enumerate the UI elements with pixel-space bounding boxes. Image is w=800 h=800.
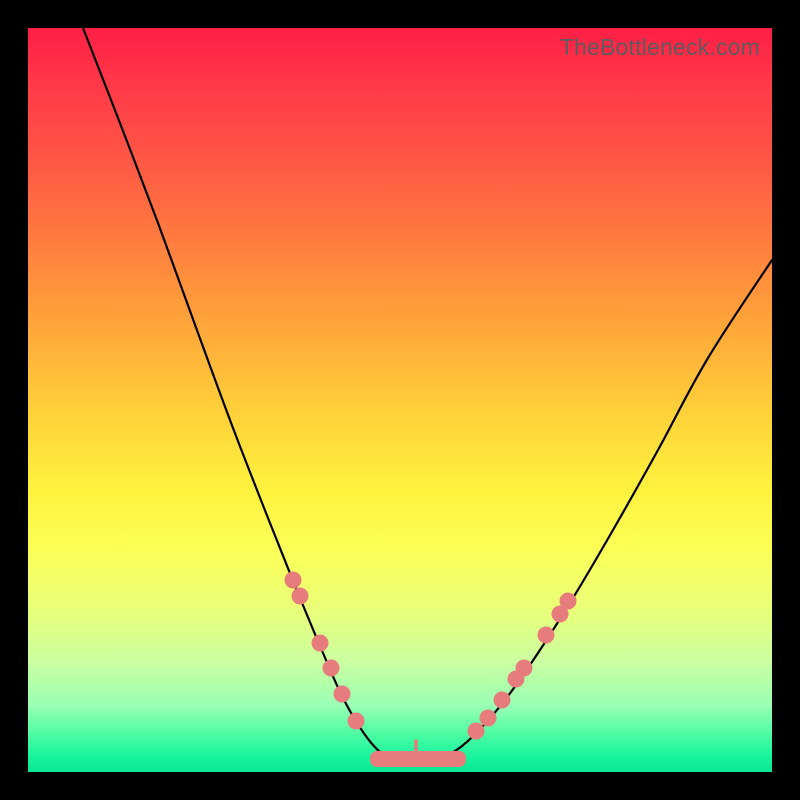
data-point-dot <box>323 660 340 677</box>
dot-cluster-bottom <box>370 751 466 767</box>
data-point-dot <box>468 723 485 740</box>
data-point-dot <box>560 593 577 610</box>
data-point-dot <box>292 588 309 605</box>
data-point-dot <box>516 660 533 677</box>
data-point-dot <box>285 572 302 589</box>
data-point-dot <box>334 686 351 703</box>
data-point-dot <box>480 710 497 727</box>
dot-cluster-right <box>468 593 577 740</box>
data-point-dot <box>348 713 365 730</box>
chart-plot-area: TheBottleneck.com <box>28 28 772 772</box>
data-point-dot <box>494 692 511 709</box>
data-point-dot <box>538 627 555 644</box>
dot-cluster-left <box>285 572 365 730</box>
data-point-dot <box>312 635 329 652</box>
chart-overlay <box>28 28 772 772</box>
chart-frame: TheBottleneck.com <box>0 0 800 800</box>
bottleneck-curve <box>83 28 772 763</box>
